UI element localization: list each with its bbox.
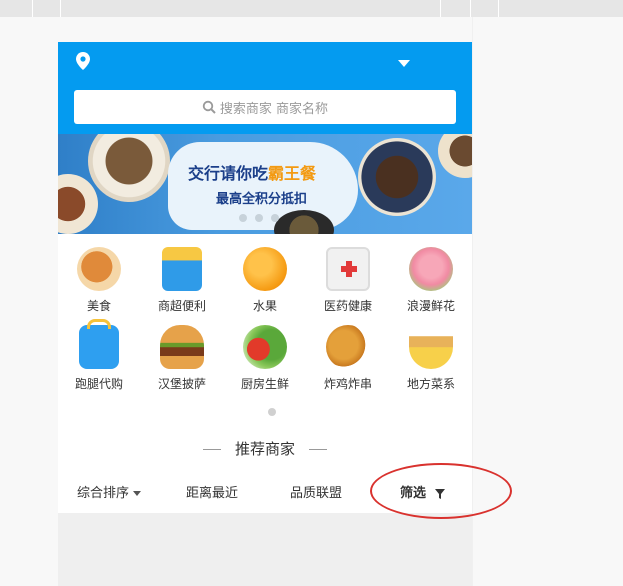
category-item-medicine[interactable]: 医药健康: [307, 247, 389, 314]
banner-pagination: [239, 214, 279, 222]
top-toolbar-strip: [0, 0, 623, 17]
category-label: 厨房生鲜: [240, 377, 289, 391]
category-item-local-cuisine[interactable]: 地方菜系: [390, 325, 472, 392]
banner-title-highlight: 霸王餐: [268, 164, 317, 183]
category-item-fried-chicken[interactable]: 炸鸡炸串: [307, 325, 389, 392]
banner-dot[interactable]: [239, 214, 247, 222]
category-label: 医药健康: [323, 299, 372, 313]
search-placeholder: 搜索商家 商家名称: [219, 101, 329, 117]
toolbar-divider: [60, 0, 61, 17]
category-item-fresh[interactable]: 厨房生鲜: [224, 325, 306, 392]
supermarket-basket-icon: [162, 247, 202, 291]
orange-icon: [243, 247, 287, 291]
toolbar-divider: [470, 0, 471, 17]
red-cross-h: [341, 266, 357, 272]
section-title: 推荐商家: [234, 440, 295, 458]
category-label: 汉堡披萨: [157, 377, 206, 391]
location-pin-icon[interactable]: [76, 52, 90, 70]
category-item-supermarket[interactable]: 商超便利: [141, 247, 223, 314]
errand-bag-icon: [79, 319, 119, 369]
category-item-food[interactable]: 美食: [58, 247, 140, 314]
vegetables-icon: [243, 325, 287, 369]
category-label: 水果: [252, 299, 277, 313]
food-plate-image: [438, 134, 472, 178]
banner-subtitle: 最高全积分抵扣: [216, 192, 308, 207]
quality-alliance-button[interactable]: 品质联盟: [290, 482, 342, 501]
category-label: 商超便利: [157, 299, 206, 313]
toolbar-divider: [498, 0, 499, 17]
food-plate-image: [358, 138, 436, 216]
banner-title-text: 交行请你吃: [188, 164, 269, 183]
food-plate-image: [88, 134, 170, 202]
fried-chicken-icon: [77, 247, 121, 291]
promo-banner[interactable]: 交行请你吃霸王餐 最高全积分抵扣: [58, 134, 472, 234]
category-label: 美食: [86, 299, 111, 313]
recommended-header: 推荐商家: [58, 438, 472, 459]
noodle-bowl-icon: [409, 325, 453, 369]
category-label: 地方菜系: [406, 377, 455, 391]
sort-label: 综合排序: [77, 486, 130, 501]
burger-icon: [160, 325, 204, 369]
location-dropdown-icon[interactable]: [398, 60, 410, 67]
distance-sort-button[interactable]: 距离最近: [186, 482, 238, 501]
category-item-burger[interactable]: 汉堡披萨: [141, 325, 223, 392]
toolbar-divider: [32, 0, 33, 17]
category-item-errands[interactable]: 跑腿代购: [58, 319, 140, 392]
phone-below-area: [58, 513, 472, 586]
fried-chicken-leg-icon: [326, 325, 370, 369]
rose-icon: [409, 247, 453, 291]
category-label: 炸鸡炸串: [323, 377, 372, 391]
category-label: 跑腿代购: [74, 377, 123, 391]
chevron-down-icon: [133, 491, 142, 496]
mobile-app-screen: 搜索商家 商家名称 交行请你吃霸王餐 最高全积分抵扣 美食 商超便利 水果 医药…: [58, 42, 472, 513]
sort-dropdown[interactable]: 综合排序: [77, 482, 142, 501]
medicine-box-icon: [326, 247, 370, 291]
title-dash-left: [202, 449, 221, 450]
banner-dot[interactable]: [271, 214, 279, 222]
annotation-circle: [370, 463, 512, 519]
search-input[interactable]: 搜索商家 商家名称: [74, 90, 456, 124]
title-dash-right: [309, 449, 327, 450]
banner-dot[interactable]: [255, 214, 263, 222]
toolbar-divider: [440, 0, 441, 17]
search-icon: [202, 100, 216, 114]
category-item-fruit[interactable]: 水果: [224, 247, 306, 314]
food-plate-image: [58, 174, 98, 234]
category-item-flowers[interactable]: 浪漫鲜花: [390, 247, 472, 314]
app-header: 搜索商家 商家名称: [58, 42, 472, 134]
category-pagination-dot[interactable]: [268, 408, 276, 416]
bag-handle: [87, 319, 111, 329]
banner-title: 交行请你吃霸王餐: [188, 160, 316, 184]
category-label: 浪漫鲜花: [406, 299, 455, 313]
